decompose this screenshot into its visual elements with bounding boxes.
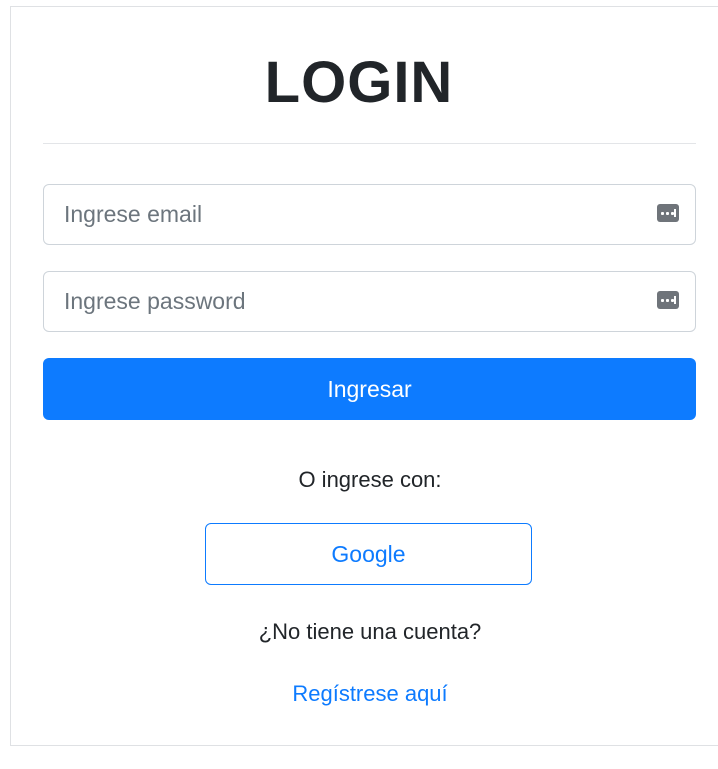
password-manager-key-icon[interactable]: [657, 204, 679, 222]
signup-link[interactable]: Regístrese aquí: [0, 681, 718, 707]
alternate-login-prompt: O ingrese con:: [298, 467, 442, 492]
login-button[interactable]: Ingresar: [43, 358, 696, 420]
signup-question: ¿No tiene una cuenta?: [258, 619, 482, 644]
google-login-button[interactable]: Google: [205, 523, 532, 585]
password-input[interactable]: [44, 272, 664, 331]
password-manager-key-icon[interactable]: [657, 291, 679, 309]
email-input[interactable]: [44, 185, 664, 244]
page-title: LOGIN: [264, 50, 454, 115]
password-field[interactable]: [43, 271, 696, 332]
title-divider: [43, 143, 696, 144]
email-field[interactable]: [43, 184, 696, 245]
